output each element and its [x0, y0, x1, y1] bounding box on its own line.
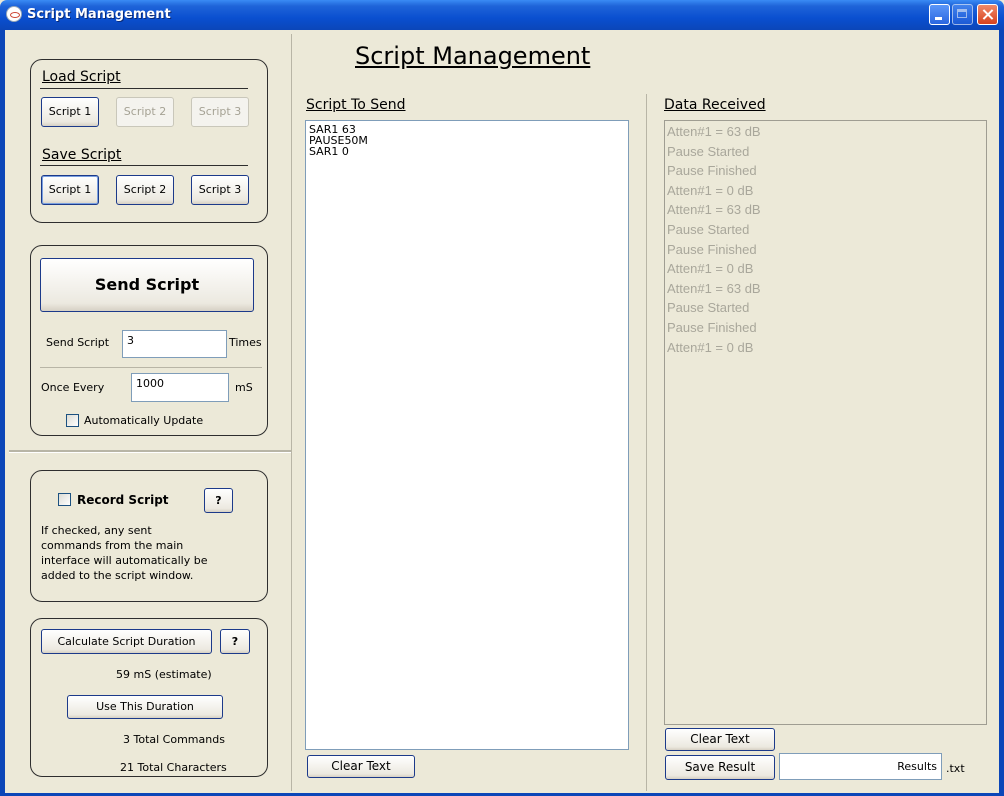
save-script-label: Save Script [42, 147, 122, 163]
record-script-checkbox[interactable] [58, 493, 71, 506]
record-description-line: interface will automatically be [41, 554, 208, 567]
save-script-2-button[interactable]: Script 2 [116, 175, 174, 205]
received-line: Atten#1 = 63 dB [667, 202, 761, 218]
received-line: Atten#1 = 0 dB [667, 182, 754, 198]
page-title: Script Management [355, 42, 591, 70]
save-result-button[interactable]: Save Result [665, 755, 775, 780]
script-line: SAR1 0 [309, 145, 349, 158]
record-description-line: If checked, any sent [41, 524, 152, 537]
minimize-button[interactable] [929, 4, 950, 25]
received-line: Pause Finished [667, 319, 757, 335]
use-duration-button[interactable]: Use This Duration [67, 695, 223, 719]
received-line: Atten#1 = 0 dB [667, 339, 754, 355]
auto-update-checkbox[interactable] [66, 414, 79, 427]
times-unit-label: Times [229, 336, 262, 349]
record-help-button[interactable]: ? [204, 488, 233, 513]
duration-estimate: 59 mS (estimate) [116, 668, 212, 681]
interval-input[interactable]: 1000 [131, 373, 229, 402]
result-filename-value: Results [897, 760, 937, 773]
interval-unit-label: mS [235, 381, 253, 394]
window-title: Script Management [27, 7, 171, 22]
close-button[interactable] [977, 4, 998, 25]
once-every-label: Once Every [41, 381, 105, 394]
left-panel-separator [9, 450, 291, 453]
app-icon [6, 6, 22, 22]
record-description-line: added to the script window. [41, 569, 194, 582]
received-text-area[interactable]: Atten#1 = 63 dB Pause Started Pause Fini… [664, 120, 987, 725]
load-script-rule [40, 88, 248, 89]
received-line: Atten#1 = 63 dB [667, 280, 761, 296]
received-line: Pause Finished [667, 163, 757, 179]
maximize-button[interactable] [952, 4, 973, 25]
load-script-2-button[interactable]: Script 2 [116, 97, 174, 127]
script-text-area[interactable]: SAR1 63 PAUSE50M SAR1 0 [305, 120, 629, 750]
received-line: Pause Started [667, 221, 750, 237]
result-extension-label: .txt [946, 762, 965, 775]
send-script-button[interactable]: Send Script [40, 258, 254, 312]
load-script-label: Load Script [42, 69, 121, 85]
auto-update-label: Automatically Update [84, 414, 204, 427]
total-characters: 21 Total Characters [120, 761, 227, 774]
window-frame-left [0, 30, 5, 796]
calculate-duration-button[interactable]: Calculate Script Duration [41, 629, 212, 654]
save-script-1-button[interactable]: Script 1 [41, 175, 99, 205]
save-script-rule [40, 165, 248, 166]
clear-script-button[interactable]: Clear Text [307, 755, 415, 778]
received-line: Atten#1 = 0 dB [667, 261, 754, 277]
middle-panel-divider [646, 94, 647, 791]
total-commands: 3 Total Commands [123, 733, 225, 746]
data-received-label: Data Received [664, 97, 766, 113]
record-description: If checked, any sent commands from the m… [41, 523, 263, 583]
record-script-label: Record Script [77, 493, 169, 507]
record-description-line: commands from the main [41, 539, 184, 552]
title-bar[interactable]: Script Management [0, 0, 1004, 30]
clear-received-button[interactable]: Clear Text [665, 728, 775, 751]
left-panel-divider [291, 34, 292, 791]
received-line: Atten#1 = 63 dB [667, 124, 761, 139]
received-line: Pause Finished [667, 241, 757, 257]
send-times-input[interactable]: 3 [122, 330, 227, 358]
script-line: PAUSE50M [309, 134, 368, 147]
load-script-1-button[interactable]: Script 1 [41, 97, 99, 127]
received-line: Pause Started [667, 300, 750, 316]
result-filename-input[interactable]: Results [779, 753, 942, 780]
send-group-rule [40, 367, 262, 368]
duration-help-button[interactable]: ? [220, 629, 250, 654]
script-to-send-label: Script To Send [306, 97, 406, 113]
save-script-3-button[interactable]: Script 3 [191, 175, 249, 205]
load-script-3-button[interactable]: Script 3 [191, 97, 249, 127]
send-script-label: Send Script [46, 336, 110, 349]
received-line: Pause Started [667, 143, 750, 159]
window-frame-right [999, 30, 1004, 796]
